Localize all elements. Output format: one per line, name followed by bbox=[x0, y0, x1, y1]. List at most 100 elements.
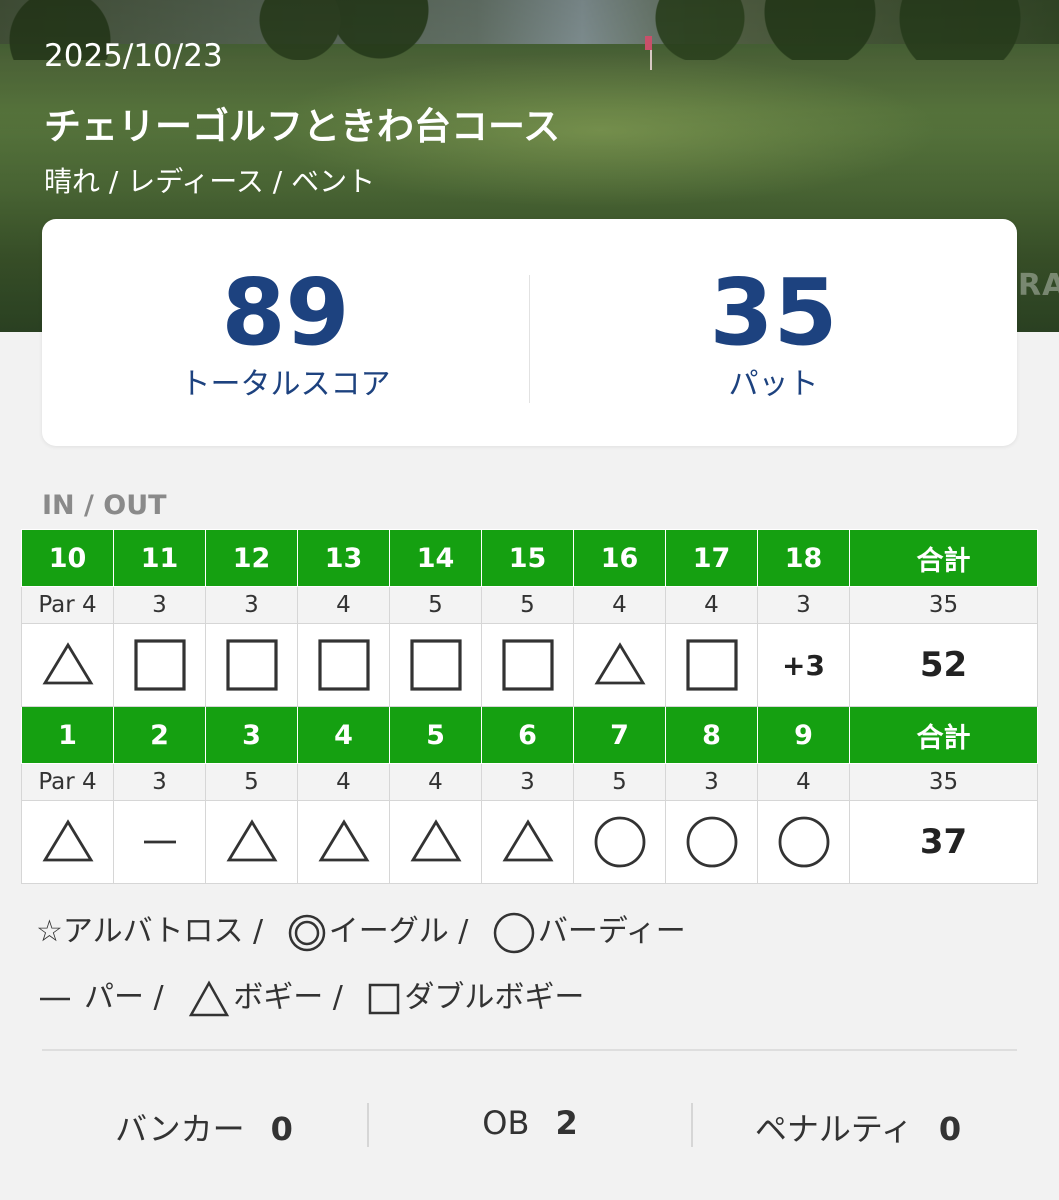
square-icon bbox=[685, 639, 738, 691]
round-date: 2025/10/23 bbox=[44, 38, 223, 74]
circle-icon bbox=[493, 912, 535, 953]
hole-number: 8 bbox=[665, 706, 758, 764]
hole-score bbox=[757, 800, 850, 884]
triangle-icon bbox=[42, 642, 93, 685]
hole-number: 7 bbox=[573, 706, 666, 764]
hole-score bbox=[297, 623, 390, 707]
hole-number: 17 bbox=[665, 529, 758, 587]
score-mark bbox=[408, 637, 464, 693]
hole-number: 11 bbox=[113, 529, 206, 587]
triangle-icon bbox=[42, 819, 93, 862]
hole-score bbox=[205, 800, 298, 884]
stat-penalty-label: ペナルティ bbox=[754, 1110, 913, 1148]
hole-par: 4 bbox=[297, 586, 390, 624]
legend-bogey: ボギー / bbox=[187, 972, 343, 1019]
hole-par: 5 bbox=[205, 763, 298, 801]
legend-birdie: バーディー bbox=[492, 906, 686, 955]
triangle-icon bbox=[502, 819, 553, 862]
hole-par: 3 bbox=[113, 763, 206, 801]
par-row: Par 4 3 3 4 5 5 4 4 3 35 bbox=[21, 586, 1038, 624]
stat-separator bbox=[691, 1103, 693, 1147]
triangle-icon bbox=[410, 819, 461, 862]
hole-score bbox=[389, 800, 482, 884]
legend-eagle-label: イーグル / bbox=[328, 914, 469, 949]
score-mark bbox=[224, 814, 280, 870]
total-score-panel: 89 トータルスコア bbox=[42, 219, 529, 446]
legend-row-2: パー / ボギー / ダブルボギー bbox=[36, 972, 598, 1019]
putts-value: 35 bbox=[709, 259, 838, 366]
hole-par: 5 bbox=[389, 586, 482, 624]
stat-penalty: ペナルティ 0 bbox=[738, 1104, 978, 1148]
par-row: Par 4 3 5 4 4 3 5 3 4 35 bbox=[21, 763, 1038, 801]
hole-score bbox=[481, 623, 574, 707]
hole-score: +3 bbox=[757, 623, 850, 707]
hole-number: 2 bbox=[113, 706, 206, 764]
score-row: +3 52 bbox=[21, 623, 1038, 707]
stat-ob: OB 2 bbox=[470, 1104, 590, 1148]
hole-number: 9 bbox=[757, 706, 850, 764]
score-mark bbox=[224, 637, 280, 693]
hole-score bbox=[113, 800, 206, 884]
score-mark bbox=[500, 814, 556, 870]
score-mark bbox=[316, 637, 372, 693]
course-name: チェリーゴルフときわ台コース bbox=[44, 105, 561, 148]
dash-icon bbox=[143, 840, 176, 844]
legend-albatross: ☆アルバトロス / bbox=[36, 906, 263, 950]
square-icon bbox=[501, 639, 554, 691]
hole-par: 4 bbox=[665, 586, 758, 624]
legend-birdie-label: バーディー bbox=[537, 914, 686, 949]
hole-number: 6 bbox=[481, 706, 574, 764]
hole-number: 3 bbox=[205, 706, 298, 764]
hole-number: 4 bbox=[297, 706, 390, 764]
hole-score bbox=[573, 623, 666, 707]
square-icon bbox=[369, 983, 400, 1014]
hole-number: 1 bbox=[21, 706, 114, 764]
par-total: 35 bbox=[849, 586, 1038, 624]
legend-bogey-label: ボギー / bbox=[233, 980, 343, 1015]
circle-icon bbox=[594, 816, 645, 868]
hole-number: 15 bbox=[481, 529, 574, 587]
dash-icon bbox=[40, 997, 70, 1000]
par-total: 35 bbox=[849, 763, 1038, 801]
summary-card: 89 トータルスコア 35 パット bbox=[42, 219, 1017, 446]
legend-row-1: ☆アルバトロス / イーグル / バーディー bbox=[36, 906, 700, 955]
stat-bunker-value: 0 bbox=[270, 1110, 293, 1148]
legend-eagle: イーグル / bbox=[287, 906, 469, 953]
square-icon bbox=[225, 639, 278, 691]
score-mark bbox=[684, 637, 740, 693]
score-mark bbox=[776, 814, 832, 870]
divider-line bbox=[42, 1049, 1017, 1051]
hole-number: 16 bbox=[573, 529, 666, 587]
circle-icon bbox=[778, 816, 829, 868]
hole-par: 5 bbox=[573, 763, 666, 801]
score-mark bbox=[316, 814, 372, 870]
hole-score bbox=[481, 800, 574, 884]
score-total: 52 bbox=[849, 623, 1038, 707]
square-icon bbox=[317, 639, 370, 691]
stat-bunker: バンカー 0 bbox=[104, 1104, 304, 1148]
score-row: 37 bbox=[21, 800, 1038, 884]
round-conditions: 晴れ / レディース / ベント bbox=[44, 165, 376, 198]
total-header: 合計 bbox=[849, 529, 1038, 587]
hole-number: 10 bbox=[21, 529, 114, 587]
hole-score bbox=[389, 623, 482, 707]
hole-score bbox=[113, 623, 206, 707]
legend-par: パー / bbox=[36, 972, 164, 1018]
triangle-icon bbox=[594, 642, 645, 685]
score-mark bbox=[500, 637, 556, 693]
score-mark bbox=[132, 637, 188, 693]
hole-par: 4 bbox=[297, 763, 390, 801]
stat-ob-label: OB bbox=[482, 1104, 530, 1142]
hole-number-row: 10 11 12 13 14 15 16 17 18 合計 bbox=[21, 529, 1038, 587]
score-mark bbox=[40, 814, 96, 870]
hole-score bbox=[21, 800, 114, 884]
legend-albatross-label: アルバトロス / bbox=[62, 914, 264, 949]
pin-flag bbox=[645, 36, 652, 50]
hole-par: 3 bbox=[757, 586, 850, 624]
hole-score bbox=[573, 800, 666, 884]
hole-score bbox=[21, 623, 114, 707]
section-label-in-out: IN / OUT bbox=[42, 490, 167, 521]
score-mark bbox=[408, 814, 464, 870]
putts-label: パット bbox=[728, 367, 819, 402]
hole-score bbox=[665, 800, 758, 884]
